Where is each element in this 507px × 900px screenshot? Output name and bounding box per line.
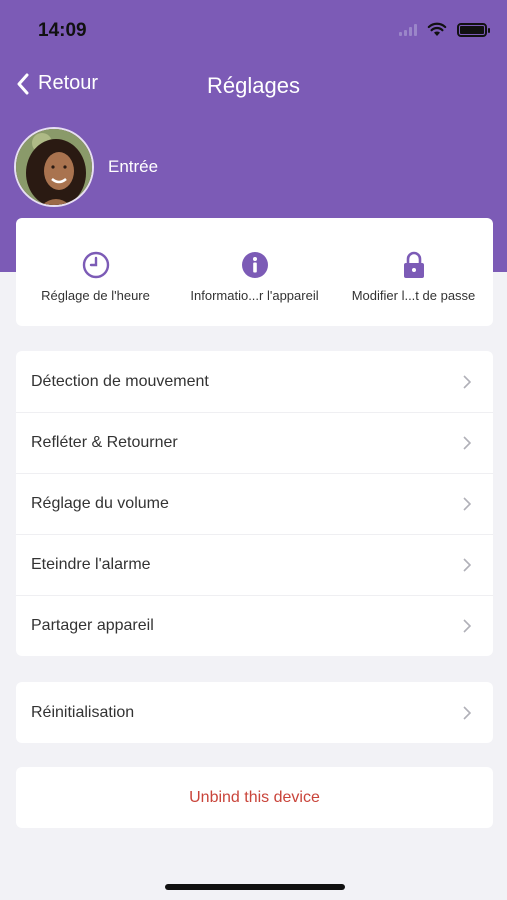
chevron-right-icon bbox=[463, 558, 471, 572]
menu-item-label: Réinitialisation bbox=[31, 703, 135, 721]
unbind-device-button[interactable]: Unbind this device bbox=[16, 767, 493, 828]
device-info-label: Informatio...r l'appareil bbox=[190, 288, 319, 303]
chevron-right-icon bbox=[463, 497, 471, 511]
device-info-button[interactable]: Informatio...r l'appareil bbox=[175, 218, 334, 326]
clock-icon bbox=[82, 251, 109, 279]
device-profile: Entrée bbox=[14, 127, 158, 207]
status-icons bbox=[399, 22, 490, 37]
menu-item-reset[interactable]: Réinitialisation bbox=[16, 682, 493, 743]
status-time: 14:09 bbox=[38, 20, 87, 41]
menu-item-label: Refléter & Retourner bbox=[31, 433, 178, 451]
menu-item-mirror-flip[interactable]: Refléter & Retourner bbox=[16, 412, 493, 473]
menu-item-label: Réglage du volume bbox=[31, 494, 169, 512]
time-setting-button[interactable]: Réglage de l'heure bbox=[16, 218, 175, 326]
menu-item-label: Détection de mouvement bbox=[31, 372, 209, 390]
menu-item-label: Eteindre l'alarme bbox=[31, 555, 151, 573]
reset-menu: Réinitialisation bbox=[16, 682, 493, 743]
battery-icon bbox=[457, 22, 490, 37]
chevron-right-icon bbox=[463, 375, 471, 389]
chevron-right-icon bbox=[463, 436, 471, 450]
page-title: Réglages bbox=[207, 73, 300, 98]
time-setting-label: Réglage de l'heure bbox=[41, 288, 150, 303]
chevron-right-icon bbox=[463, 706, 471, 720]
navigation-bar: Retour Réglages bbox=[0, 62, 507, 112]
home-indicator bbox=[165, 884, 345, 890]
device-name: Entrée bbox=[108, 157, 159, 176]
menu-item-volume[interactable]: Réglage du volume bbox=[16, 473, 493, 534]
menu-item-label: Partager appareil bbox=[31, 616, 154, 634]
menu-item-share-device[interactable]: Partager appareil bbox=[16, 595, 493, 656]
menu-item-alarm-off[interactable]: Eteindre l'alarme bbox=[16, 534, 493, 595]
wifi-icon bbox=[427, 22, 447, 36]
menu-item-motion-detection[interactable]: Détection de mouvement bbox=[16, 351, 493, 412]
cellular-signal-icon bbox=[399, 23, 417, 36]
lock-icon bbox=[403, 251, 424, 278]
change-password-button[interactable]: Modifier l...t de passe bbox=[334, 218, 493, 326]
change-password-label: Modifier l...t de passe bbox=[351, 288, 476, 303]
avatar bbox=[14, 127, 94, 207]
quick-actions-card: Réglage de l'heure Informatio...r l'appa… bbox=[16, 218, 493, 326]
chevron-right-icon bbox=[463, 619, 471, 633]
info-icon bbox=[241, 252, 268, 278]
status-bar: 14:09 bbox=[0, 0, 507, 62]
settings-menu: Détection de mouvement Refléter & Retour… bbox=[16, 351, 493, 656]
unbind-label: Unbind this device bbox=[189, 788, 320, 806]
